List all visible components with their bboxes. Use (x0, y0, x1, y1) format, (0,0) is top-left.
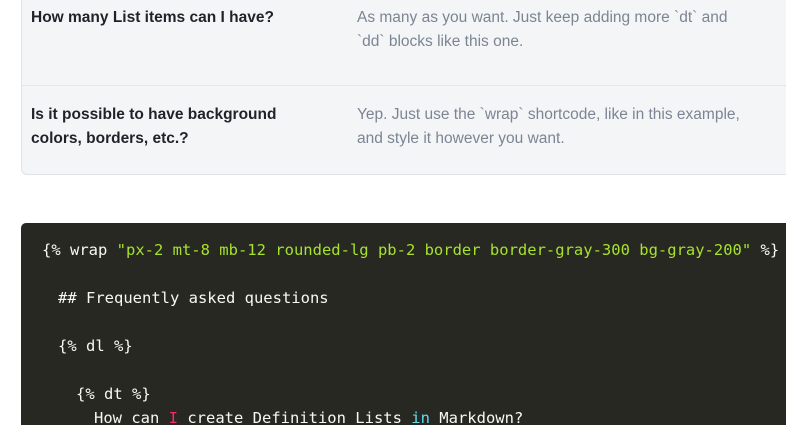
faq-answer-line: Yep. Just use the `wrap` shortcode, like… (357, 106, 740, 123)
faq-item: How many List items can I have? As many … (22, 0, 786, 85)
faq-question: Is it possible to have background colors… (31, 103, 321, 151)
faq-item: Is it possible to have background colors… (22, 85, 786, 175)
faq-question-line: Is it possible to have background (31, 106, 277, 123)
code-token-tag: {% wrap (42, 241, 117, 259)
faq-answer-line: `dd` blocks like this one. (357, 33, 524, 50)
faq-answer-line: and style it however you want. (357, 130, 565, 147)
code-token-text: create Definition Lists (178, 409, 412, 425)
code-token-text: Markdown? (429, 409, 524, 425)
code-token-string: "px-2 mt-8 mb-12 rounded-lg pb-2 border … (116, 241, 752, 259)
faq-question: How many List items can I have? (31, 6, 321, 30)
code-token-text: How can (94, 409, 169, 425)
faq-answer: As many as you want. Just keep adding mo… (357, 6, 786, 54)
faq-definition-list: How many List items can I have? As many … (21, 0, 786, 175)
code-line-wrap-open: {% wrap "px-2 mt-8 mb-12 rounded-lg pb-2… (42, 240, 779, 260)
code-line-question: How can I create Definition Lists in Mar… (94, 408, 523, 425)
code-token-keyword: in (411, 409, 430, 425)
code-token-tag-close: %} (751, 241, 780, 259)
code-block[interactable]: {% wrap "px-2 mt-8 mb-12 rounded-lg pb-2… (21, 223, 786, 425)
faq-answer-line: As many as you want. Just keep adding mo… (357, 9, 728, 26)
code-line-dt: {% dt %} (76, 385, 151, 403)
code-line-dl: {% dl %} (58, 337, 133, 355)
faq-question-text: How many List items can I have? (31, 9, 274, 26)
page: How many List items can I have? As many … (0, 0, 786, 425)
code-line-heading: ## Frequently asked questions (58, 289, 329, 307)
code-token-keyword: I (168, 409, 178, 425)
faq-question-line: colors, borders, etc.? (31, 130, 189, 147)
faq-answer: Yep. Just use the `wrap` shortcode, like… (357, 103, 786, 151)
